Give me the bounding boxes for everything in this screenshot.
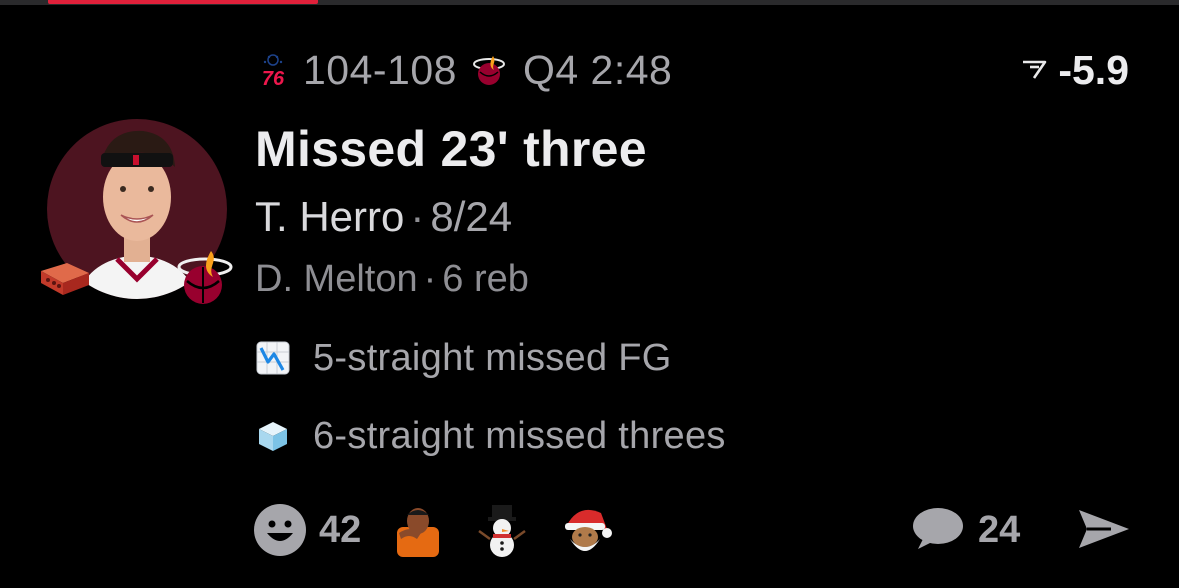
comment-icon [913,508,963,549]
top-divider [0,0,1179,5]
ice-cube-icon [259,422,287,451]
game-score: 104-108 [303,46,457,93]
santa-emoji-icon[interactable] [559,503,613,557]
separator-dot: · [410,193,425,240]
comment-count: 24 [978,508,1021,551]
smiley-icon[interactable] [253,503,307,557]
player-name: T. Herro [255,193,405,240]
active-tab-indicator [48,0,318,4]
secondary-player-stat: 6 reb [442,258,529,300]
spread-indicator[interactable]: -5.9 [1020,46,1129,94]
primary-player-line[interactable]: T. Herro · 8/24 [255,193,512,241]
player-stat: 8/24 [430,193,513,240]
comments-button[interactable]: 24 [910,502,1020,558]
fact-item: 6-straight missed threes [255,414,726,458]
separator-dot: · [423,258,437,300]
76ers-logo-icon: 76 [262,54,285,88]
fact-item: 5-straight missed FG [255,336,672,380]
spread-value: -5.9 [1058,46,1129,93]
heat-logo-icon [472,56,505,85]
fact-text: 6-straight missed threes [313,414,726,457]
play-headline: Missed 23' three [255,121,647,177]
player-avatar[interactable] [41,119,233,304]
secondary-player-line[interactable]: D. Melton · 6 reb [255,258,529,301]
score-row: 76 104-108 Q4 2:48 [255,46,672,94]
snowman-icon[interactable] [475,503,529,557]
odds-arrow-icon [1023,60,1047,79]
reactions-bar: 42 [253,502,643,558]
game-clock: Q4 2:48 [522,46,673,93]
fact-text: 5-straight missed FG [313,336,672,379]
reaction-count: 42 [319,508,362,551]
send-icon[interactable] [1075,506,1133,552]
heat-logo-badge-icon [177,251,233,304]
chart-decreasing-icon [256,341,290,375]
brick-emoji-icon [41,263,89,295]
svg-text:76: 76 [262,68,285,88]
secondary-player-name: D. Melton [255,258,418,300]
drake-emoji-icon[interactable] [391,503,445,557]
